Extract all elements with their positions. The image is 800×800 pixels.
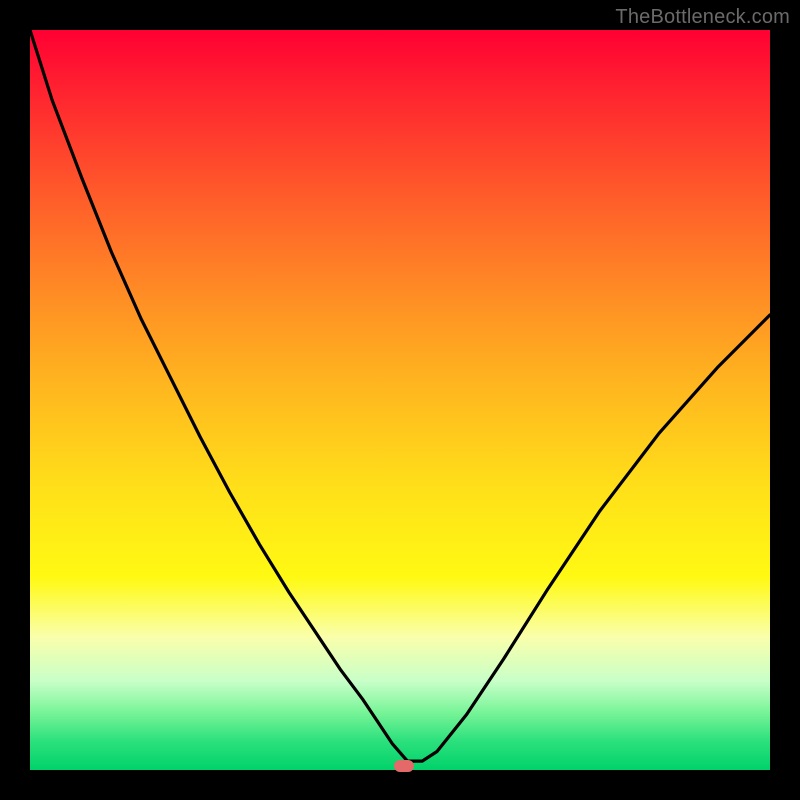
- chart-frame: TheBottleneck.com: [0, 0, 800, 800]
- plot-area: [30, 30, 770, 770]
- curve-path: [30, 30, 770, 761]
- watermark-text: TheBottleneck.com: [615, 6, 790, 29]
- bottleneck-curve: [30, 30, 770, 770]
- optimal-point-marker: [394, 760, 414, 772]
